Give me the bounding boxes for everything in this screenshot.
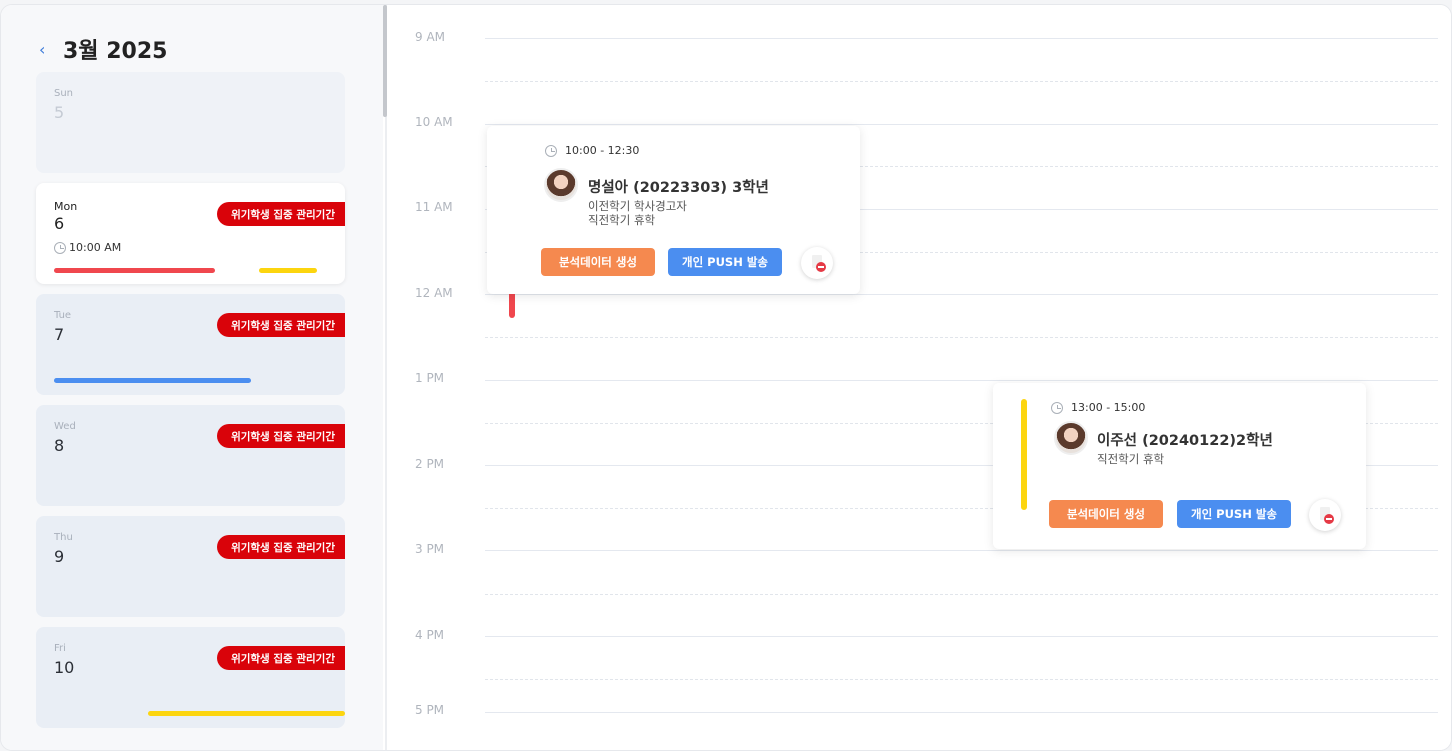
day-list-panel: ‹ 3월 2025 Sun 5 Mon 6 위기학생 집중 관리기간 10:00… [1,5,383,750]
avatar [544,168,578,202]
day-name: Sun [54,88,74,99]
day-name: Mon [54,200,78,213]
event-time-label: 13:00 - 15:00 [1071,401,1146,414]
day-number: 8 [54,436,65,455]
event-bar-blue [54,378,251,383]
day-number: 6 [54,214,65,233]
day-name: Wed [54,421,76,432]
status-badge: 위기학생 집중 관리기간 [217,424,345,448]
status-badge: 위기학생 집중 관리기간 [217,646,345,670]
half-hour-line [485,81,1438,82]
hour-line [485,38,1438,39]
hour-line [485,294,1438,295]
chevron-left-icon[interactable]: ‹ [39,40,53,59]
event-time: 13:00 - 15:00 [1051,401,1145,414]
generate-analysis-button[interactable]: 분석데이터 생성 [1049,500,1163,528]
status-badge: 위기학생 집중 관리기간 [217,535,345,559]
event-bar-red [54,268,215,273]
event-card[interactable]: 13:00 - 15:00 이주선 (20240122)2학년 직전학기 휴학 … [993,383,1366,549]
event-time-label: 10:00 - 12:30 [565,144,640,157]
hour-label: 12 AM [415,286,453,300]
event-bar-yellow [148,711,345,716]
student-name: 이주선 (20240122)2학년 [1097,433,1273,449]
day-card-mon[interactable]: Mon 6 위기학생 집중 관리기간 10:00 AM [36,183,345,284]
remove-document-button[interactable] [801,247,833,279]
send-push-button[interactable]: 개인 PUSH 발송 [1177,500,1291,528]
avatar [1054,421,1088,455]
day-card-fri[interactable]: Fri 10 위기학생 집중 관리기간 [36,627,345,728]
generate-analysis-button[interactable]: 분석데이터 생성 [541,248,655,276]
day-timeline: 9 AM 10 AM 11 AM 12 AM 1 PM 2 PM 3 PM 4 … [387,5,1451,750]
hour-label: 9 AM [415,30,446,44]
month-header: ‹ 3월 2025 [39,33,167,65]
hour-label: 1 PM [415,371,445,385]
hour-label: 10 AM [415,115,453,129]
hour-label: 4 PM [415,628,445,642]
student-status-1: 이전학기 학사경고자 [588,199,687,213]
day-number: 10 [54,658,75,677]
hour-label: 2 PM [415,457,445,471]
minus-circle-icon [816,262,826,272]
minus-circle-icon [1324,514,1334,524]
day-name: Thu [54,532,73,543]
clock-icon [54,241,66,254]
hour-line [485,380,1438,381]
day-time-label: 10:00 AM [69,241,122,254]
student-name: 명설아 (20223303) 3학년 [588,180,769,196]
day-number: 7 [54,325,65,344]
event-stripe-yellow [1021,399,1027,510]
event-bar-yellow [259,268,317,273]
status-badge: 위기학생 집중 관리기간 [217,313,345,337]
hour-line [485,124,1438,125]
status-badge: 위기학생 집중 관리기간 [217,202,345,226]
student-status-1: 직전학기 휴학 [1097,452,1165,466]
half-hour-line [485,679,1438,680]
hour-line [485,550,1438,551]
event-card[interactable]: 10:00 - 12:30 명설아 (20223303) 3학년 이전학기 학사… [487,126,860,294]
day-number: 5 [54,103,65,122]
send-push-button[interactable]: 개인 PUSH 발송 [668,248,782,276]
student-status-2: 직전학기 휴학 [588,213,656,227]
remove-document-button[interactable] [1309,499,1341,531]
day-number: 9 [54,547,65,566]
calendar-window: ‹ 3월 2025 Sun 5 Mon 6 위기학생 집중 관리기간 10:00… [0,4,1452,751]
hour-line [485,636,1438,637]
day-card-wed[interactable]: Wed 8 위기학생 집중 관리기간 [36,405,345,506]
half-hour-line [485,594,1438,595]
hour-line [485,712,1438,713]
day-card-thu[interactable]: Thu 9 위기학생 집중 관리기간 [36,516,345,617]
day-time: 10:00 AM [54,241,121,254]
day-name: Tue [54,310,72,321]
day-card-sun[interactable]: Sun 5 [36,72,345,173]
hour-label: 5 PM [415,703,445,717]
month-title: 3월 2025 [63,39,168,64]
day-name: Fri [54,643,66,654]
half-hour-line [485,337,1438,338]
clock-icon [1051,401,1063,414]
day-card-tue[interactable]: Tue 7 위기학생 집중 관리기간 [36,294,345,395]
clock-icon [545,144,557,157]
hour-label: 11 AM [415,200,453,214]
hour-label: 3 PM [415,542,445,556]
event-time: 10:00 - 12:30 [545,144,639,157]
